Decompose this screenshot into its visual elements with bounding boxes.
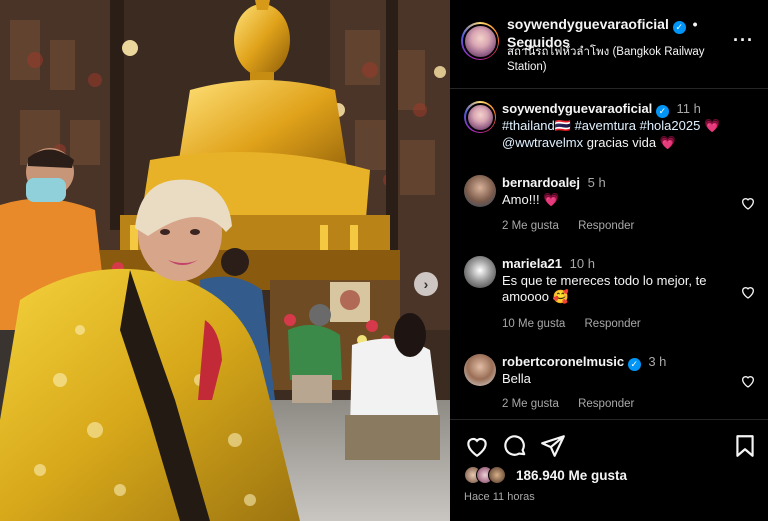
next-photo-button[interactable]: › bbox=[414, 272, 438, 296]
comment-text: mariela21 10 h Es que te mereces todo lo… bbox=[502, 256, 742, 306]
comment-text: bernardoalej 5 h Amo!!! 💗 bbox=[502, 175, 742, 208]
more-options-icon[interactable]: ··· bbox=[733, 30, 754, 51]
post-location[interactable]: สถานีรถไฟหัวลำโพง (Bangkok Railway Stati… bbox=[507, 45, 737, 75]
like-comment-heart-icon[interactable] bbox=[740, 284, 756, 300]
reply-button[interactable]: Responder bbox=[585, 318, 641, 330]
commenter-avatar[interactable] bbox=[464, 354, 496, 386]
post-timestamp[interactable]: Hace 11 horas bbox=[464, 491, 535, 503]
like-heart-icon[interactable] bbox=[464, 433, 490, 459]
comment-time: 3 h bbox=[648, 354, 667, 369]
comment-body: Es que te mereces todo lo mejor, te amoo… bbox=[502, 272, 707, 305]
photo-illustration bbox=[0, 0, 450, 521]
comment-meta: 10 Me gusta Responder bbox=[502, 318, 657, 330]
author-avatar[interactable] bbox=[461, 22, 499, 60]
caption-username[interactable]: soywendyguevaraoficial bbox=[502, 101, 652, 116]
caption-text: soywendyguevaraoficial ✓ 11 h #thailand🇹… bbox=[502, 101, 742, 151]
chevron-right-icon: › bbox=[423, 276, 429, 292]
verified-badge-icon: ✓ bbox=[627, 358, 641, 371]
liker-avatar bbox=[488, 466, 506, 484]
reply-button[interactable]: Responder bbox=[578, 220, 634, 232]
post-photo[interactable]: › bbox=[0, 0, 450, 521]
caption-mention[interactable]: @wwtravelmx bbox=[502, 135, 583, 150]
verified-badge-icon: ✓ bbox=[672, 21, 686, 34]
share-send-icon[interactable] bbox=[540, 433, 566, 459]
comment-time: 10 h bbox=[569, 256, 595, 271]
reply-button[interactable]: Responder bbox=[578, 398, 634, 410]
commenter-avatar[interactable] bbox=[464, 175, 496, 207]
comment-username[interactable]: robertcoronelmusic bbox=[502, 354, 624, 369]
caption-avatar[interactable] bbox=[464, 101, 496, 133]
comment-likes[interactable]: 2 Me gusta bbox=[502, 220, 559, 232]
post-header: soywendyguevaraoficial ✓ • Seguidos สถาน… bbox=[450, 0, 768, 89]
comment-body: Amo!!! 💗 bbox=[502, 191, 560, 207]
verified-badge-icon: ✓ bbox=[655, 105, 669, 118]
comment-meta: 2 Me gusta Responder bbox=[502, 220, 650, 232]
post-actions: 186.940 Me gusta Hace 11 horas bbox=[450, 419, 768, 521]
like-comment-heart-icon[interactable] bbox=[740, 373, 756, 389]
post-sidebar: soywendyguevaraoficial ✓ • Seguidos สถาน… bbox=[450, 0, 768, 521]
comment-username[interactable]: mariela21 bbox=[502, 256, 562, 271]
caption-emoji: 💗 bbox=[659, 134, 676, 150]
caption-hashtags[interactable]: #thailand🇹🇭 #avemtura #hola2025 bbox=[502, 118, 700, 133]
comment-likes[interactable]: 10 Me gusta bbox=[502, 318, 565, 330]
author-username[interactable]: soywendyguevaraoficial bbox=[507, 16, 669, 32]
comment-time: 5 h bbox=[587, 175, 606, 190]
like-comment-heart-icon[interactable] bbox=[740, 195, 756, 211]
caption-emoji: 💗 bbox=[703, 118, 721, 133]
separator-dot: • bbox=[692, 16, 698, 32]
likes-count[interactable]: 186.940 Me gusta bbox=[516, 468, 716, 483]
comment-meta: 2 Me gusta Responder bbox=[502, 398, 650, 410]
comment-likes[interactable]: 2 Me gusta bbox=[502, 398, 559, 410]
comment-bubble-icon[interactable] bbox=[502, 433, 528, 459]
caption-message: gracias vida bbox=[586, 134, 657, 150]
save-bookmark-icon[interactable] bbox=[732, 433, 758, 459]
commenter-avatar[interactable] bbox=[464, 256, 496, 288]
caption-time: 11 h bbox=[676, 101, 701, 116]
comment-body: Bella bbox=[502, 371, 531, 386]
comment-text: robertcoronelmusic ✓ 3 h Bella bbox=[502, 354, 742, 388]
comment-username[interactable]: bernardoalej bbox=[502, 175, 580, 190]
